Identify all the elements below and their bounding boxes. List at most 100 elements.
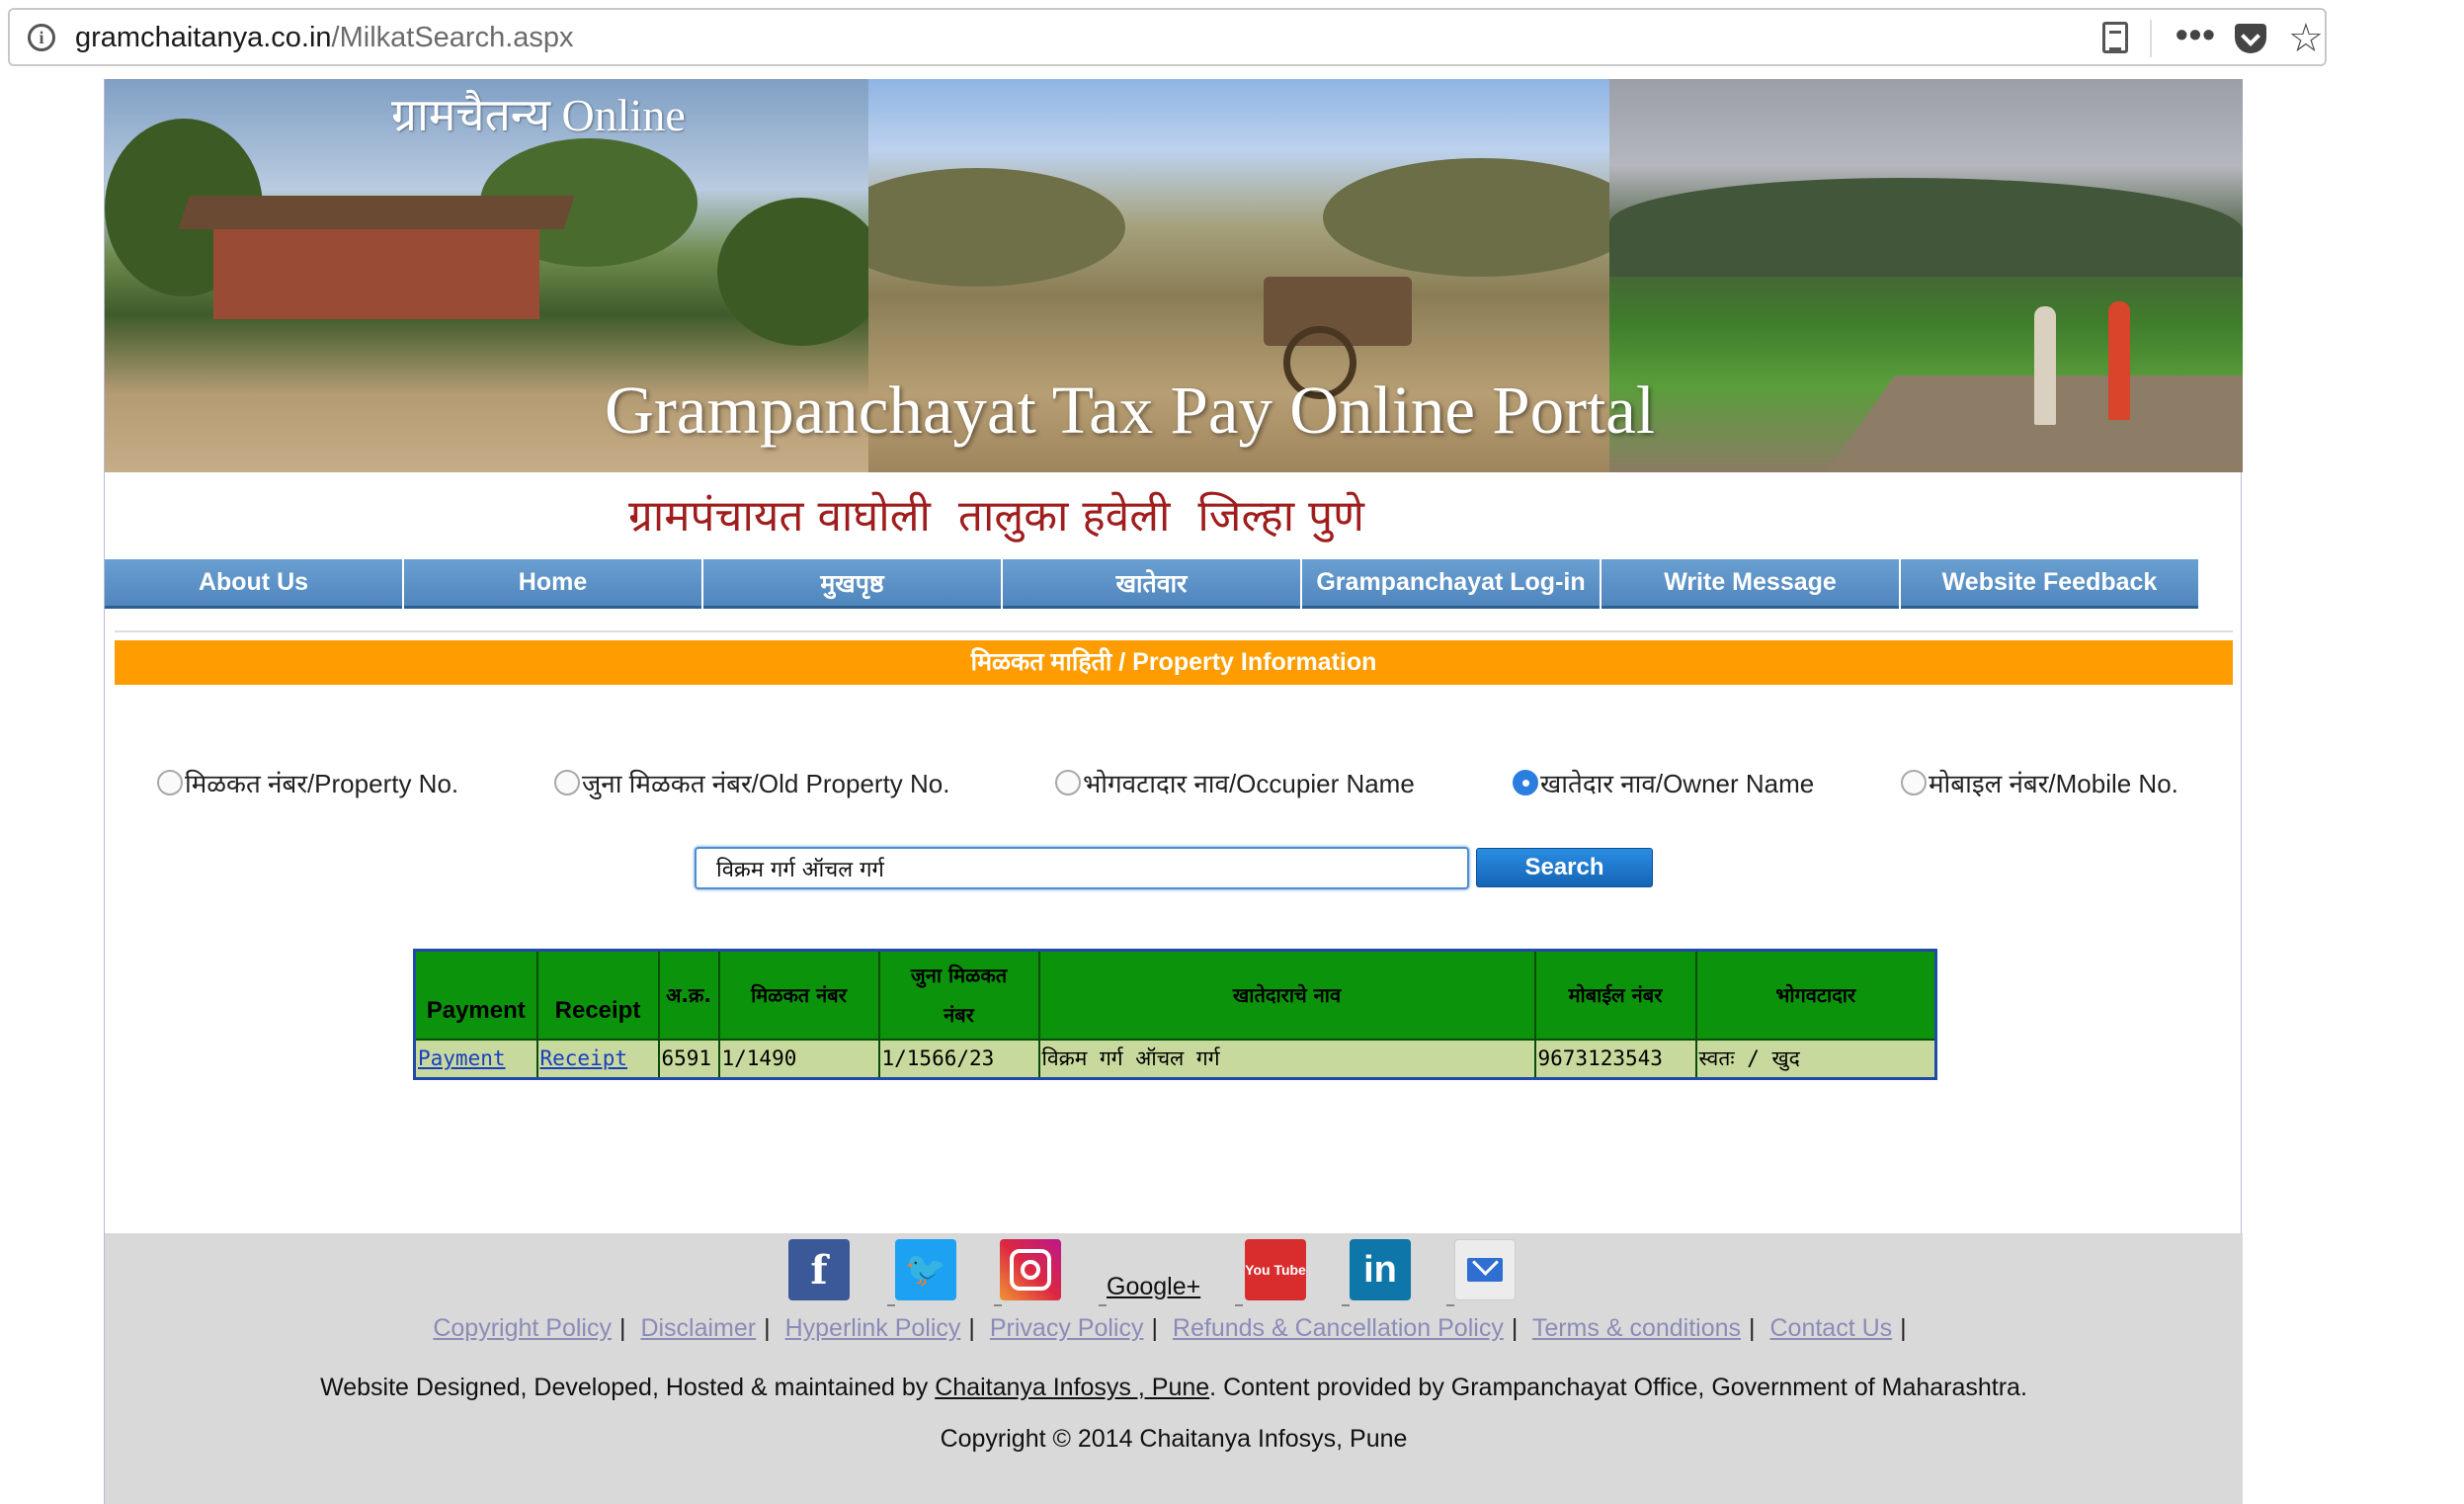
payment-link[interactable]: Payment — [418, 1046, 506, 1070]
search-option-mobile-no[interactable]: मोबाइल नंबर/Mobile No. — [1901, 763, 2178, 802]
cell-property-no: 1/1490 — [717, 1038, 880, 1080]
link-separator: | — [618, 1314, 626, 1342]
banner-person — [2108, 301, 2130, 420]
search-button[interactable]: Search — [1476, 848, 1653, 887]
link-separator: | — [1900, 1314, 1907, 1342]
table-row: Payment Receipt 6591 1/1490 1/1566/23 वि… — [413, 1038, 1937, 1080]
url-text[interactable]: gramchaitanya.co.in/MilkatSearch.aspx — [75, 22, 574, 54]
results-table: Payment Receipt अ.क्र. मिळकत नंबर जुना म… — [413, 949, 1937, 1080]
pocket-icon[interactable] — [2235, 24, 2266, 53]
privacy-policy-link[interactable]: Privacy Policy — [990, 1314, 1144, 1342]
radio-button[interactable] — [1055, 770, 1081, 795]
column-header-occupier: भोगवटादार — [1694, 949, 1937, 1041]
section-title-bar: मिळकत माहिती / Property Information — [115, 640, 2233, 685]
credit-text-post: . Content provided by Grampanchayat Offi… — [1209, 1374, 2027, 1401]
disclaimer-link[interactable]: Disclaimer — [640, 1314, 756, 1342]
cell-sr-no: 6591 — [657, 1038, 720, 1080]
nav-website-feedback[interactable]: Website Feedback — [1901, 559, 2198, 609]
nav-account-wise[interactable]: खातेवार — [1003, 559, 1300, 609]
link-separator: | — [764, 1314, 771, 1342]
url-host: gramchaitanya.co.in — [75, 22, 332, 53]
banner-bushes — [1323, 158, 1609, 277]
reader-view-icon[interactable] — [2102, 22, 2128, 53]
cell-old-property-no: 1/1566/23 — [877, 1038, 1040, 1080]
cell-owner-name: विक्रम गर्ग ऑचल गर्ग — [1037, 1038, 1536, 1080]
link-underline — [1099, 1298, 1107, 1306]
radio-button-selected[interactable] — [1513, 770, 1538, 795]
column-header-sr-no: अ.क्र. — [657, 949, 720, 1041]
nav-home-marathi[interactable]: मुखपृष्ठ — [703, 559, 1001, 609]
search-option-label: मिळकत नंबर/Property No. — [185, 769, 459, 798]
link-separator: | — [1151, 1314, 1158, 1342]
search-option-owner-name[interactable]: खातेदार नाव/Owner Name — [1513, 763, 1814, 802]
nav-write-message[interactable]: Write Message — [1602, 559, 1899, 609]
footer-policy-links: Copyright Policy | Disclaimer | Hyperlink … — [105, 1314, 2243, 1343]
cell-occupier: स्वतः / खुद — [1694, 1038, 1937, 1080]
search-option-label: जुना मिळकत नंबर/Old Property No. — [582, 769, 950, 798]
search-input[interactable] — [695, 847, 1469, 889]
nav-home[interactable]: Home — [404, 559, 701, 609]
radio-button[interactable] — [554, 770, 580, 795]
nav-about-us[interactable]: About Us — [105, 559, 402, 609]
instagram-icon[interactable] — [1000, 1239, 1061, 1300]
nav-grampanchayat-login[interactable]: Grampanchayat Log-in — [1302, 559, 1600, 609]
site-brand: ग्रामचैतन्य Online — [391, 90, 686, 140]
banner: ग्रामचैतन्य Online Grampanchayat Tax Pay… — [105, 79, 2243, 472]
column-header-mobile: मोबाईल नंबर — [1533, 949, 1697, 1041]
link-underline — [1342, 1298, 1350, 1306]
facebook-icon[interactable]: f — [788, 1239, 850, 1300]
column-header-payment: Payment — [413, 949, 538, 1041]
radio-button[interactable] — [157, 770, 183, 795]
banner-road — [1818, 376, 2243, 472]
credit-text-pre: Website Designed, Developed, Hosted & ma… — [320, 1374, 936, 1401]
column-header-property-no: मिळकत नंबर — [717, 949, 880, 1041]
search-option-occupier-name[interactable]: भोगवटादार नाव/Occupier Name — [1055, 763, 1415, 802]
contact-us-link[interactable]: Contact Us — [1769, 1314, 1892, 1342]
copyright-policy-link[interactable]: Copyright Policy — [433, 1314, 612, 1342]
banner-photo-hills — [1609, 79, 2243, 472]
cell-mobile: 9673123543 — [1533, 1038, 1697, 1080]
footer: f 🐦 Google+ You Tube in Copyright Policy… — [105, 1233, 2243, 1504]
main-nav: About Us Home मुखपृष्ठ खातेवार Grampanch… — [105, 559, 2198, 609]
search-option-property-no[interactable]: मिळकत नंबर/Property No. — [157, 763, 458, 802]
grampanchayat-heading: ग्रामपंचायत वाघोली तालुका हवेली जिल्हा प… — [628, 491, 1364, 542]
link-separator: | — [1511, 1314, 1519, 1342]
terms-link[interactable]: Terms & conditions — [1532, 1314, 1741, 1342]
link-separator: | — [1749, 1314, 1756, 1342]
youtube-icon[interactable]: You Tube — [1245, 1239, 1306, 1300]
column-header-receipt: Receipt — [535, 949, 660, 1041]
cell-payment: Payment — [413, 1038, 538, 1080]
banner-tree — [717, 198, 868, 346]
link-underline — [1446, 1298, 1454, 1306]
radio-button[interactable] — [1901, 770, 1927, 795]
banner-cart — [1264, 277, 1412, 399]
column-header-old-property-no: जुना मिळकत नंबर — [877, 949, 1040, 1041]
receipt-link[interactable]: Receipt — [540, 1046, 628, 1070]
hyperlink-policy-link[interactable]: Hyperlink Policy — [785, 1314, 961, 1342]
credit-line: Website Designed, Developed, Hosted & ma… — [105, 1374, 2243, 1402]
banner-hills — [1609, 178, 2243, 277]
more-icon[interactable]: ••• — [2176, 14, 2216, 55]
divider — [115, 630, 2233, 632]
search-option-old-property-no[interactable]: जुना मिळकत नंबर/Old Property No. — [554, 763, 950, 802]
info-icon[interactable]: i — [28, 24, 55, 51]
copyright-text: Copyright © 2014 Chaitanya Infosys, Pune — [940, 1425, 1408, 1453]
linkedin-icon[interactable]: in — [1350, 1239, 1411, 1300]
browser-address-bar[interactable]: i gramchaitanya.co.in/MilkatSearch.aspx … — [8, 8, 2327, 66]
google-plus-link[interactable]: Google+ — [1107, 1273, 1200, 1301]
url-path: /MilkatSearch.aspx — [331, 22, 574, 53]
bookmark-star-icon[interactable]: ☆ — [2288, 16, 2324, 61]
cell-receipt: Receipt — [535, 1038, 660, 1080]
chaitanya-infosys-link[interactable]: Chaitanya Infosys , Pune — [935, 1374, 1209, 1401]
link-underline — [887, 1298, 895, 1306]
email-icon[interactable] — [1454, 1239, 1516, 1300]
url-separator — [2150, 20, 2152, 57]
twitter-icon[interactable]: 🐦 — [895, 1239, 956, 1300]
banner-house — [213, 225, 539, 319]
page: ग्रामचैतन्य Online Grampanchayat Tax Pay… — [104, 79, 2243, 1504]
banner-title: Grampanchayat Tax Pay Online Portal — [605, 373, 1656, 448]
search-option-label: भोगवटादार नाव/Occupier Name — [1083, 769, 1415, 798]
refunds-policy-link[interactable]: Refunds & Cancellation Policy — [1173, 1314, 1504, 1342]
link-underline — [1235, 1298, 1243, 1306]
banner-bushes — [868, 168, 1125, 287]
